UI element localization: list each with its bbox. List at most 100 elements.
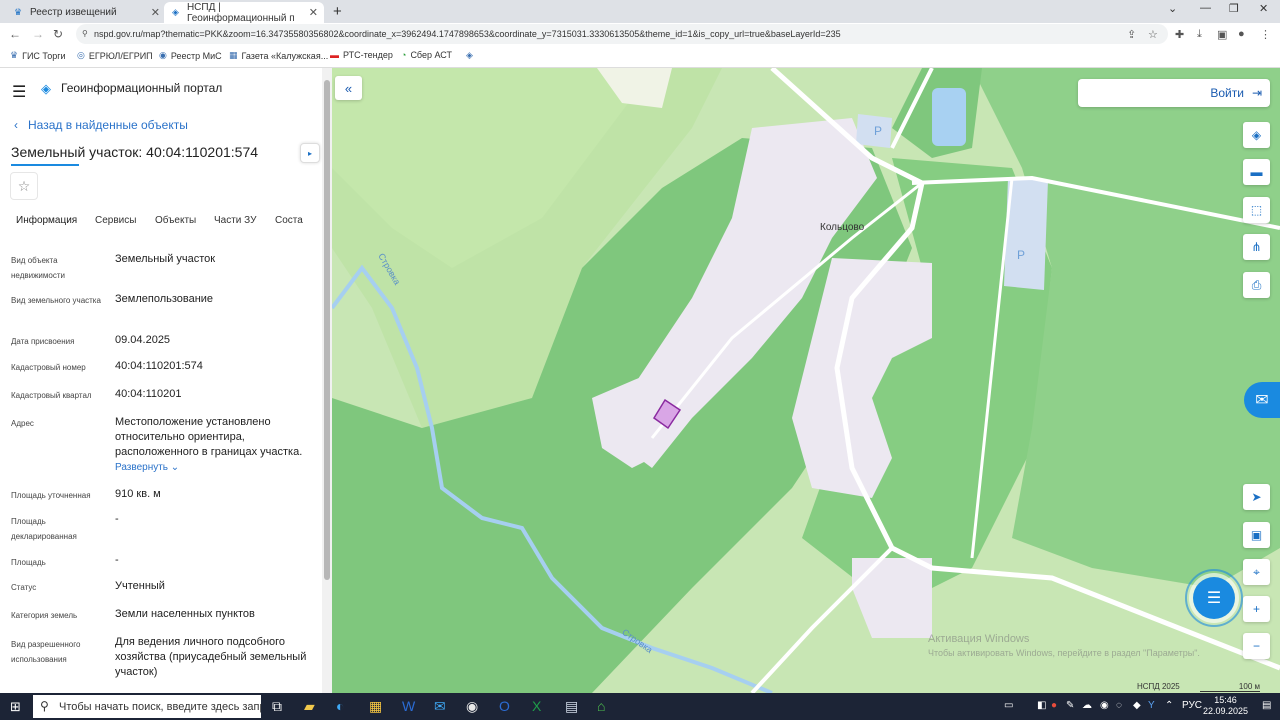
clock-time: 15:46 [1214,695,1237,705]
menu-dots-icon[interactable]: ⋮ [1260,28,1271,41]
shield-tray-icon[interactable]: ◆ [1133,700,1141,711]
expand-address-link[interactable]: Развернуть ⌄ [115,462,179,473]
excel-icon[interactable]: X [532,698,541,714]
chevron-left-icon: ‹ [14,118,18,132]
chevron-up-icon[interactable]: ⌃ [1165,700,1173,711]
field-value: 09.04.2025 [115,334,171,346]
pdf-tray-icon[interactable]: ◧ [1037,700,1046,711]
cloud-tray-icon[interactable]: ☁ [1082,700,1092,711]
restore-icon[interactable]: ❐ [1229,2,1239,15]
paint-tray-icon[interactable]: ✎ [1066,700,1074,711]
bookmark-rts[interactable]: ▬ РТС-тендер [330,50,393,60]
home-app-icon[interactable]: ⌂ [597,698,605,714]
network-tray-icon[interactable]: ◌ [1116,700,1122,711]
double-chevron-left-icon: « [344,80,353,96]
language-indicator[interactable]: РУС [1182,700,1202,711]
address-bar[interactable]: nspd.gov.ru/map?thematic=PKK&zoom=16.347… [76,24,1168,44]
parking-label: P [874,124,883,138]
minimap-button[interactable]: ▣ [1243,522,1270,548]
bookmark-egrul[interactable]: ◎ ЕГРЮЛ/ЕГРИП [77,50,153,61]
close-window-icon[interactable]: ✕ [1259,2,1268,15]
layers-button[interactable]: ◈ [1243,122,1270,148]
map-view[interactable]: Кольцово Стровка Стровка P P [332,68,1280,693]
outlook-icon[interactable]: O [499,698,510,714]
zoom-in-button[interactable]: + [1243,596,1270,622]
tab-registry[interactable]: ♛ Реестр извещений ✕ [6,2,166,23]
chrome-icon[interactable]: ◉ [466,698,478,715]
bookmark-reestr-mis[interactable]: ◉ Реестр МиС [159,50,222,61]
chat-button[interactable]: ☰ [1193,577,1235,619]
field-label: Площадь уточненная [11,491,91,500]
field-value: 40:04:110201 [115,388,182,400]
bookmark-extra[interactable]: ◈ [466,50,477,61]
store-icon[interactable]: ▦ [369,698,382,715]
select-area-button[interactable]: ⬚ [1243,197,1270,223]
word-icon[interactable]: W [402,698,415,714]
back-to-results-link[interactable]: ‹ Назад в найденные объекты [14,118,188,132]
back-arrow-icon[interactable]: ← [9,27,21,41]
bookmark-gis-torgi[interactable]: ♛ ГИС Торги [10,50,66,61]
menu-hamburger-icon[interactable]: ☰ [12,82,26,102]
windows-start-icon[interactable]: ⊞ [10,699,21,715]
reload-icon[interactable]: ↻ [53,27,63,41]
calculator-icon[interactable]: ▤ [565,698,578,715]
sidebar-scroll-thumb[interactable] [324,80,330,580]
portal-title: Геоинформационный портал [61,81,223,95]
favorite-star-button[interactable]: ☆ [10,172,38,200]
map-copyright: НСПД 2025 [1137,682,1180,691]
tab-composition[interactable]: Соста [275,215,303,226]
browser-chrome: ♛ Реестр извещений ✕ ◈ НСПД | Геоинформа… [0,0,1280,68]
yandex-tray-icon[interactable]: Y [1148,700,1155,711]
feedback-side-button[interactable]: ✉ [1244,382,1280,418]
tab-parts[interactable]: Части ЗУ [214,215,256,226]
notifications-icon[interactable]: ▤ [1262,700,1271,711]
task-view-icon[interactable]: ⧉ [272,698,282,715]
chrome-tray-icon[interactable]: ◉ [1100,700,1109,711]
bookmark-gazeta[interactable]: ▦ Газета «Калужская... [229,50,328,61]
search-icon: ⚲ [40,699,49,713]
tab-services[interactable]: Сервисы [95,215,136,226]
profile-icon[interactable]: ● [1238,28,1245,40]
taskbar-search[interactable]: ⚲ Чтобы начать поиск, введите здесь запр… [33,695,261,718]
minimize-icon[interactable]: — [1200,2,1211,14]
login-button[interactable]: Войти ⇥ [1078,79,1270,107]
bookmark-sber[interactable]: ◔ Сбер АСТ [401,50,452,60]
system-clock[interactable]: 15:46 22.09.2025 [1203,695,1248,717]
edge-icon[interactable]: ◐ [336,698,344,714]
share-icon[interactable]: ⇪ [1127,28,1136,41]
tab-nspd[interactable]: ◈ НСПД | Геоинформационный п ✕ [164,2,324,24]
opera-tray-icon[interactable]: ● [1051,700,1057,711]
download-icon[interactable]: ⤓ [1197,28,1202,41]
tabs-scroll-right-button[interactable]: ▸ [300,143,320,163]
print-button[interactable]: ⎙ [1243,272,1270,298]
bookmark-star-icon[interactable]: ☆ [1148,28,1158,41]
field-label: Вид объекта недвижимости [11,256,65,280]
extensions-icon[interactable]: ✚ [1175,28,1184,41]
activation-text: Чтобы активировать Windows, перейдите в … [928,648,1200,658]
zoom-out-button[interactable]: − [1243,633,1270,659]
rts-icon: ▬ [330,50,339,60]
field-value: - [115,554,119,566]
tab-objects[interactable]: Объекты [155,215,196,226]
registry-favicon-icon: ♛ [14,7,23,17]
tab-information[interactable]: Информация [16,215,77,226]
share-map-button[interactable]: ⋔ [1243,234,1270,260]
site-info-icon[interactable]: ⚲ [82,29,88,38]
new-tab-button[interactable]: + [333,3,342,20]
measure-button[interactable]: ▬ [1243,159,1270,185]
mail-icon[interactable]: ✉ [434,698,446,715]
side-panel-icon[interactable]: ▣ [1217,28,1227,41]
forward-arrow-icon[interactable]: → [32,27,44,41]
map-canvas [332,68,1280,693]
nspd-favicon-icon: ◈ [172,7,179,17]
field-value: Земли населенных пунктов [115,608,255,620]
geo-search-button[interactable]: ⌖ [1243,559,1270,585]
file-explorer-icon[interactable]: ▰ [304,698,315,715]
close-tab-icon[interactable]: ✕ [309,6,318,19]
field-label: Категория земель [11,611,78,620]
collapse-panel-button[interactable]: « [335,76,362,100]
close-tab-icon[interactable]: ✕ [151,6,160,19]
keyboard-icon[interactable]: ▭ [1004,700,1013,711]
tab-search-icon[interactable]: ⌄ [1168,2,1177,15]
locate-button[interactable]: ➤ [1243,484,1270,510]
